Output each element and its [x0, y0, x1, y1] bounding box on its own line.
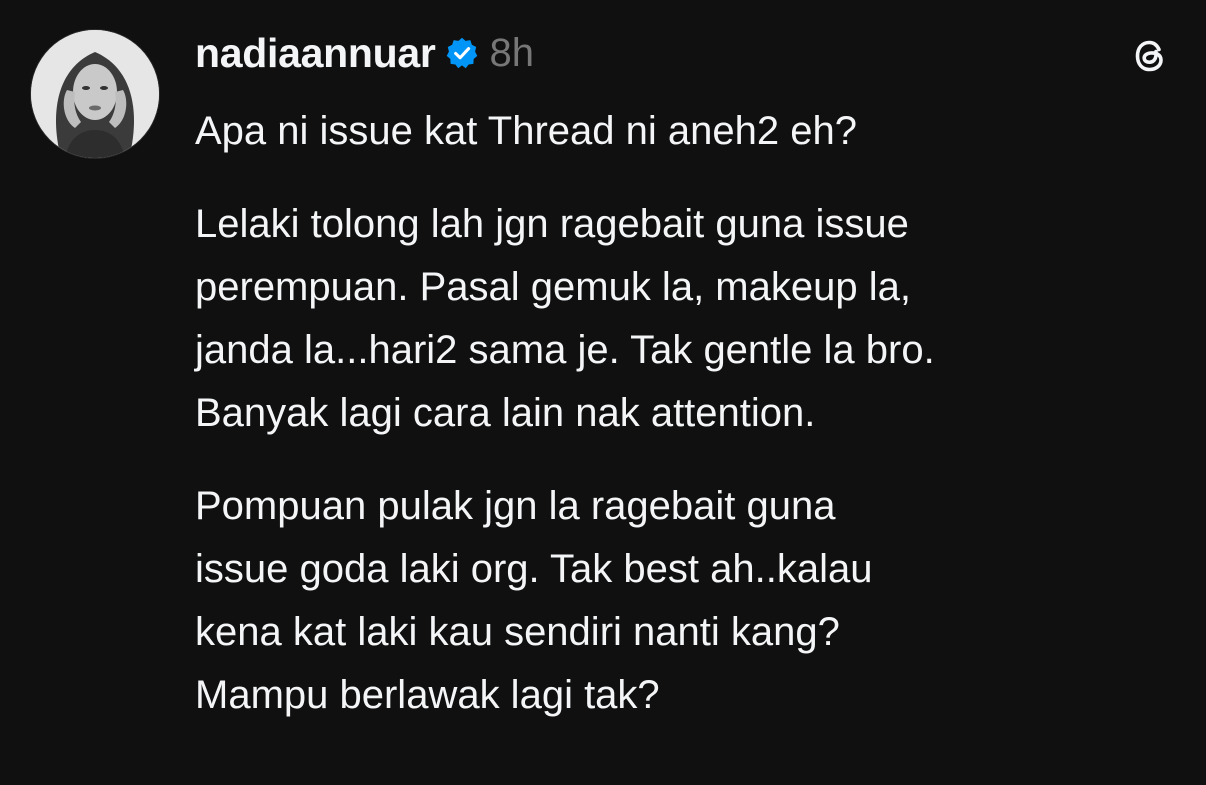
- thread-post: nadiaannuar 8h Apa ni issue kat Thread n…: [0, 0, 1206, 785]
- post-timestamp: 8h: [489, 30, 534, 75]
- avatar-photo: [31, 30, 159, 158]
- username[interactable]: nadiaannuar: [195, 30, 436, 77]
- post-text-line: janda la...hari2 sama je. Tak gentle la …: [195, 328, 935, 372]
- threads-logo-icon[interactable]: [1128, 34, 1172, 78]
- post-text-line: issue goda laki org. Tak best ah..kalau: [195, 547, 873, 591]
- avatar[interactable]: [31, 30, 159, 158]
- post-text-line: kena kat laki kau sendiri nanti kang?: [195, 610, 840, 654]
- post-paragraph: Apa ni issue kat Thread ni aneh2 eh?: [195, 100, 1185, 163]
- post-header: nadiaannuar 8h: [195, 28, 534, 78]
- post-body: Apa ni issue kat Thread ni aneh2 eh? Lel…: [195, 100, 1185, 727]
- post-text-line: Lelaki tolong lah jgn ragebait guna issu…: [195, 202, 909, 246]
- post-paragraph: Lelaki tolong lah jgn ragebait guna issu…: [195, 193, 1185, 445]
- post-text-line: perempuan. Pasal gemuk la, makeup la,: [195, 265, 911, 309]
- post-text-line: Mampu berlawak lagi tak?: [195, 673, 660, 717]
- post-text-line: Apa ni issue kat Thread ni aneh2 eh?: [195, 109, 857, 153]
- post-paragraph: Pompuan pulak jgn la ragebait guna issue…: [195, 475, 1185, 727]
- verified-badge-icon: [447, 37, 478, 69]
- post-text-line: Banyak lagi cara lain nak attention.: [195, 391, 816, 435]
- post-text-line: Pompuan pulak jgn la ragebait guna: [195, 484, 836, 528]
